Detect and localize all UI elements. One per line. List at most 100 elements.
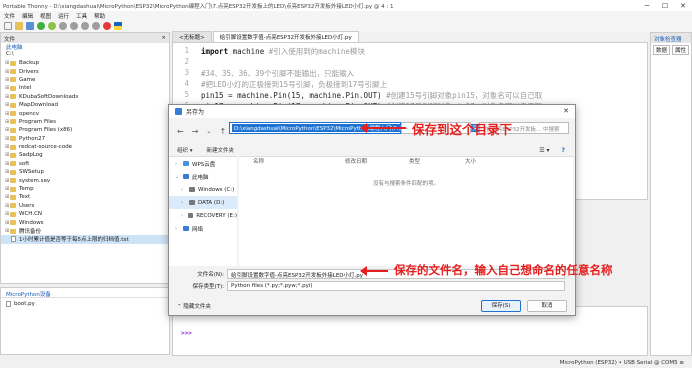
folder-item[interactable]: ⊞ MapDownload [1,101,169,109]
menu-file[interactable]: 文件 [4,12,15,20]
close-button[interactable]: ✕ [674,2,692,10]
nav-item[interactable]: › Windows (C:) [169,183,237,196]
tab-data[interactable]: 数据 [653,45,670,55]
folder-item[interactable]: ⊞ 腾讯备份 [1,227,169,235]
chevron-icon[interactable]: › [181,200,186,206]
tab-current-file[interactable]: 给引脚设置数字值-点亮ESP32开发板外接LED小灯.py [212,31,359,42]
line-number: 4 [184,79,189,88]
maximize-button[interactable]: ☐ [656,2,674,10]
nav-item-label: RECOVERY (E:) [196,212,237,219]
step-over-icon[interactable] [59,22,67,30]
stop-icon[interactable] [103,22,111,30]
debug-icon[interactable] [48,22,56,30]
nav-item[interactable]: ⌄ 此电脑 [169,170,237,183]
column-name[interactable]: 名称 [253,157,345,167]
folder-item[interactable]: ⊞ system.sav [1,176,169,184]
code-line[interactable]: pin15 = machine.Pin(15, machine.Pin.OUT)… [201,90,542,101]
tree-item-label: Text [19,194,31,201]
menu-run[interactable]: 运行 [58,12,69,20]
open-file-icon[interactable] [15,22,23,30]
dialog-toolbar: 组织 ▾ 新建文件夹 ☰ ▾ ? [169,144,575,156]
new-file-icon[interactable] [4,22,12,30]
folder-item[interactable]: ⊞ Game [1,76,169,84]
menu-edit[interactable]: 编辑 [22,12,33,20]
folder-item[interactable]: ⊞ redcat-source-code [1,143,169,151]
folder-item[interactable]: ⊞ SWSetup [1,168,169,176]
step-into-icon[interactable] [70,22,78,30]
chevron-icon[interactable]: ⌄ [175,174,180,180]
file-item[interactable]: 1小时累计值是否等于每5点上限的归档值.txt [1,235,169,244]
filename-label: 文件名(N): [197,272,224,278]
folder-item[interactable]: ⊞ Users [1,202,169,210]
chevron-icon[interactable]: › [175,226,180,232]
organize-button[interactable]: 组织 ▾ [177,146,193,154]
folder-icon [10,203,16,209]
flag-icon[interactable] [114,22,122,30]
column-size[interactable]: 大小 [465,157,505,167]
folder-item[interactable]: ⊞ Drivers [1,67,169,75]
run-icon[interactable] [37,22,45,30]
folder-item[interactable]: ⊞ opencv [1,109,169,117]
folder-icon [10,169,16,175]
status-bar[interactable]: MicroPython (ESP32) • USB Serial @ COM5 … [0,358,692,368]
folder-item[interactable]: ⊞ KDubaSoftDownloads [1,93,169,101]
nav-item[interactable]: › 网络 [169,222,237,235]
hide-folders-toggle[interactable]: ⌃ 隐藏文件夹 [177,302,211,310]
tree-item-label: Intel [19,85,32,92]
menu-tools[interactable]: 工具 [76,12,87,20]
folder-item[interactable]: ⊞ Windows [1,218,169,226]
filetype-select[interactable]: Python files (*.py;*.pyw;*.pyi) [227,281,565,291]
drive-icon [189,200,195,205]
new-folder-button[interactable]: 新建文件夹 [207,146,235,154]
folder-item[interactable]: ⊞ Temp [1,185,169,193]
device-file-item[interactable]: boot.py [1,300,169,308]
folder-item[interactable]: ⊞ Program Files (x86) [1,126,169,134]
minimize-button[interactable]: ─ [638,2,656,10]
window-title: Portable Thonny - D:\xiangdashuai\MicroP… [3,3,394,10]
folder-icon [10,136,16,142]
back-icon[interactable]: ← [177,127,184,136]
column-type[interactable]: 类型 [409,157,465,167]
object-inspector-panel: 对象检查器 数据 属性 [650,32,692,356]
step-out-icon[interactable] [81,22,89,30]
help-icon[interactable]: ? [562,147,565,154]
save-button[interactable]: 保存(S) [481,300,521,312]
folder-item[interactable]: ⊞ Program Files [1,118,169,126]
chevron-icon[interactable]: › [175,161,180,167]
menu-help[interactable]: 帮助 [94,12,105,20]
up-icon[interactable]: ↑ [219,127,226,136]
tab-untitled[interactable]: <无标题> [172,31,212,42]
nav-item[interactable]: › DATA (D:) [169,196,237,209]
save-file-icon[interactable] [26,22,34,30]
code-comment: #把LED小灯的正极接到15号引脚，负极接到17号引脚上 [201,80,388,89]
filetype-label: 保存类型(T): [192,284,224,290]
code-line[interactable]: import machine #引入使用到的machine模块 [201,46,365,57]
chevron-icon[interactable]: › [181,187,186,193]
forward-icon[interactable]: → [192,127,199,136]
code-line[interactable]: #34、35、36、39个引脚不能输出，只能输入 [201,68,354,79]
nav-item[interactable]: › RECOVERY (E:) [169,209,237,222]
files-panel-close-icon[interactable]: × [161,35,166,41]
file-list[interactable]: 名称 修改日期 类型 大小 没有与搜索条件匹配的项。 [239,156,573,266]
folder-item[interactable]: ⊞ soft [1,160,169,168]
nav-item[interactable]: › WPS云盘 [169,157,237,170]
cancel-button[interactable]: 取消 [527,300,567,312]
column-date[interactable]: 修改日期 [345,157,409,167]
folder-item[interactable]: ⊞ Text [1,193,169,201]
tree-item-label: Temp [19,186,34,193]
folder-item[interactable]: ⊞ SadpLog [1,151,169,159]
code-line[interactable]: #把LED小灯的正极接到15号引脚，负极接到17号引脚上 [201,79,387,90]
resume-icon[interactable] [92,22,100,30]
chevron-icon[interactable]: › [181,213,185,219]
view-options-icon[interactable]: ☰ ▾ [539,147,549,154]
recent-dropdown-icon[interactable]: ⌄ [206,128,211,135]
dialog-close-icon[interactable]: ✕ [563,107,569,115]
folder-item[interactable]: ⊞ Python27 [1,135,169,143]
menu-view[interactable]: 视图 [40,12,51,20]
tab-attributes[interactable]: 属性 [672,45,689,55]
folder-icon [10,111,16,117]
folder-item[interactable]: ⊞ WCH.CN [1,210,169,218]
folder-item[interactable]: ⊞ Intel [1,84,169,92]
folder-icon [10,94,16,100]
folder-item[interactable]: ⊞ Backup [1,59,169,67]
